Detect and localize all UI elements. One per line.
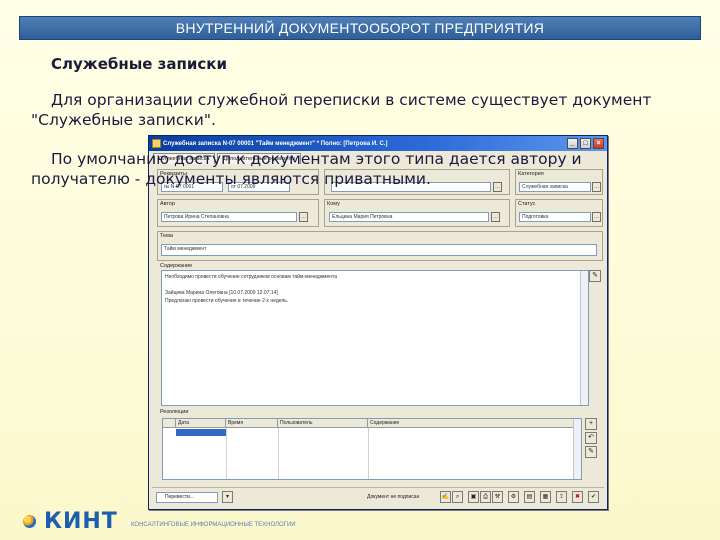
window-title: Служебная записка N-07 00001 "Тайм менед… <box>163 140 388 147</box>
paragraph-2: По умолчанию доступ к документам этого т… <box>31 150 582 188</box>
recipient-select-button[interactable]: … <box>491 212 500 222</box>
grid-col-content: Содержание <box>368 419 581 427</box>
attach-icon[interactable]: ▦ <box>540 491 551 503</box>
transfer-dropdown-icon[interactable]: ▾ <box>222 491 233 503</box>
sign-icon[interactable]: ✍ <box>440 491 451 503</box>
company-logo-icon <box>23 515 36 528</box>
add-resolution-icon[interactable]: + <box>585 418 597 430</box>
author-select-button[interactable]: … <box>299 212 308 222</box>
transfer-combo[interactable]: Перевести... <box>156 492 218 503</box>
signature-status: Документ не подписан <box>367 494 420 500</box>
app-icon <box>152 139 161 148</box>
grid-header: Дата Время Пользователь Содержание <box>163 419 581 428</box>
subject-group: Тема Тайм менеджмент <box>157 231 603 261</box>
slide-title: Служебные записки <box>51 55 227 73</box>
recipient-label: Кому <box>327 201 340 207</box>
lock-icon[interactable]: ▤ <box>524 491 535 503</box>
status-field[interactable]: Подготовка <box>519 212 591 222</box>
status-label: Статус <box>518 201 536 207</box>
minimize-icon[interactable]: _ <box>567 138 578 149</box>
content-label: Содержание <box>160 263 193 269</box>
slide-header-title: ВНУТРЕННИЙ ДОКУМЕНТООБОРОТ ПРЕДПРИЯТИЯ <box>175 20 545 36</box>
tools-icon[interactable]: ⚒ <box>492 491 503 503</box>
cancel-icon[interactable]: ✖ <box>572 491 583 503</box>
print-icon[interactable]: ⎙ <box>480 491 491 503</box>
grid-scrollbar[interactable] <box>573 419 581 479</box>
window-statusbar: Перевести... ▾ Документ не подписан ✍ ⌕ … <box>152 487 604 505</box>
content-line-1: Необходимо провести обучение сотрудников… <box>165 274 338 280</box>
author-field[interactable]: Петрова Ирина Степановна <box>161 212 297 222</box>
slide-header-bar: ВНУТРЕННИЙ ДОКУМЕНТООБОРОТ ПРЕДПРИЯТИЯ <box>19 16 701 40</box>
save-icon[interactable]: ▣ <box>468 491 479 503</box>
status-group: Статус Подготовка … <box>515 199 603 227</box>
ok-icon[interactable]: ✔ <box>588 491 599 503</box>
content-textarea[interactable]: Необходимо провести обучение сотрудников… <box>161 270 589 406</box>
content-scrollbar[interactable] <box>580 271 588 405</box>
subject-label: Тема <box>160 233 173 239</box>
export-icon[interactable]: ⇪ <box>556 491 567 503</box>
grid-selected-cell[interactable] <box>176 429 226 436</box>
maximize-icon[interactable]: □ <box>580 138 591 149</box>
content-line-3: Предлагаю провести обучение в течение 2-… <box>165 298 289 304</box>
company-tagline: КОНСАЛТИНГОВЫЕ ИНФОРМАЦИОННЫЕ ТЕХНОЛОГИИ <box>131 522 296 528</box>
author-group: Автор Петрова Ирина Степановна … <box>157 199 319 227</box>
resolutions-grid[interactable]: Дата Время Пользователь Содержание <box>162 418 582 480</box>
subject-field[interactable]: Тайм менеджмент <box>161 244 597 256</box>
status-select-button[interactable]: … <box>592 212 601 222</box>
close-icon[interactable]: × <box>593 138 604 149</box>
search-icon[interactable]: ⌕ <box>452 491 463 503</box>
memo-window: Служебная записка N-07 00001 "Тайм менед… <box>148 135 608 510</box>
edit-resolution-icon[interactable]: ✎ <box>585 446 597 458</box>
grid-col-num <box>163 419 176 427</box>
paragraph-1: Для организации служебной переписки в си… <box>31 91 652 129</box>
reply-resolution-icon[interactable]: ↶ <box>585 432 597 444</box>
company-logo-text: КИНТ <box>44 509 118 534</box>
grid-col-time: Время <box>226 419 278 427</box>
grid-divider <box>368 428 369 479</box>
grid-divider <box>226 428 227 479</box>
grid-divider <box>278 428 279 479</box>
recipient-group: Кому Ельцина Мария Петровна … <box>324 199 510 227</box>
recipient-field[interactable]: Ельцина Мария Петровна <box>329 212 489 222</box>
grid-col-date: Дата <box>176 419 226 427</box>
author-label: Автор <box>160 201 176 207</box>
edit-content-icon[interactable]: ✎ <box>589 270 601 282</box>
grid-col-user: Пользователь <box>278 419 368 427</box>
settings-icon[interactable]: ⚙ <box>508 491 519 503</box>
content-line-2: Зайцева Марина Олеговна [10.07.2009 12:0… <box>165 290 278 296</box>
resolutions-label: Резолюции <box>160 409 189 415</box>
